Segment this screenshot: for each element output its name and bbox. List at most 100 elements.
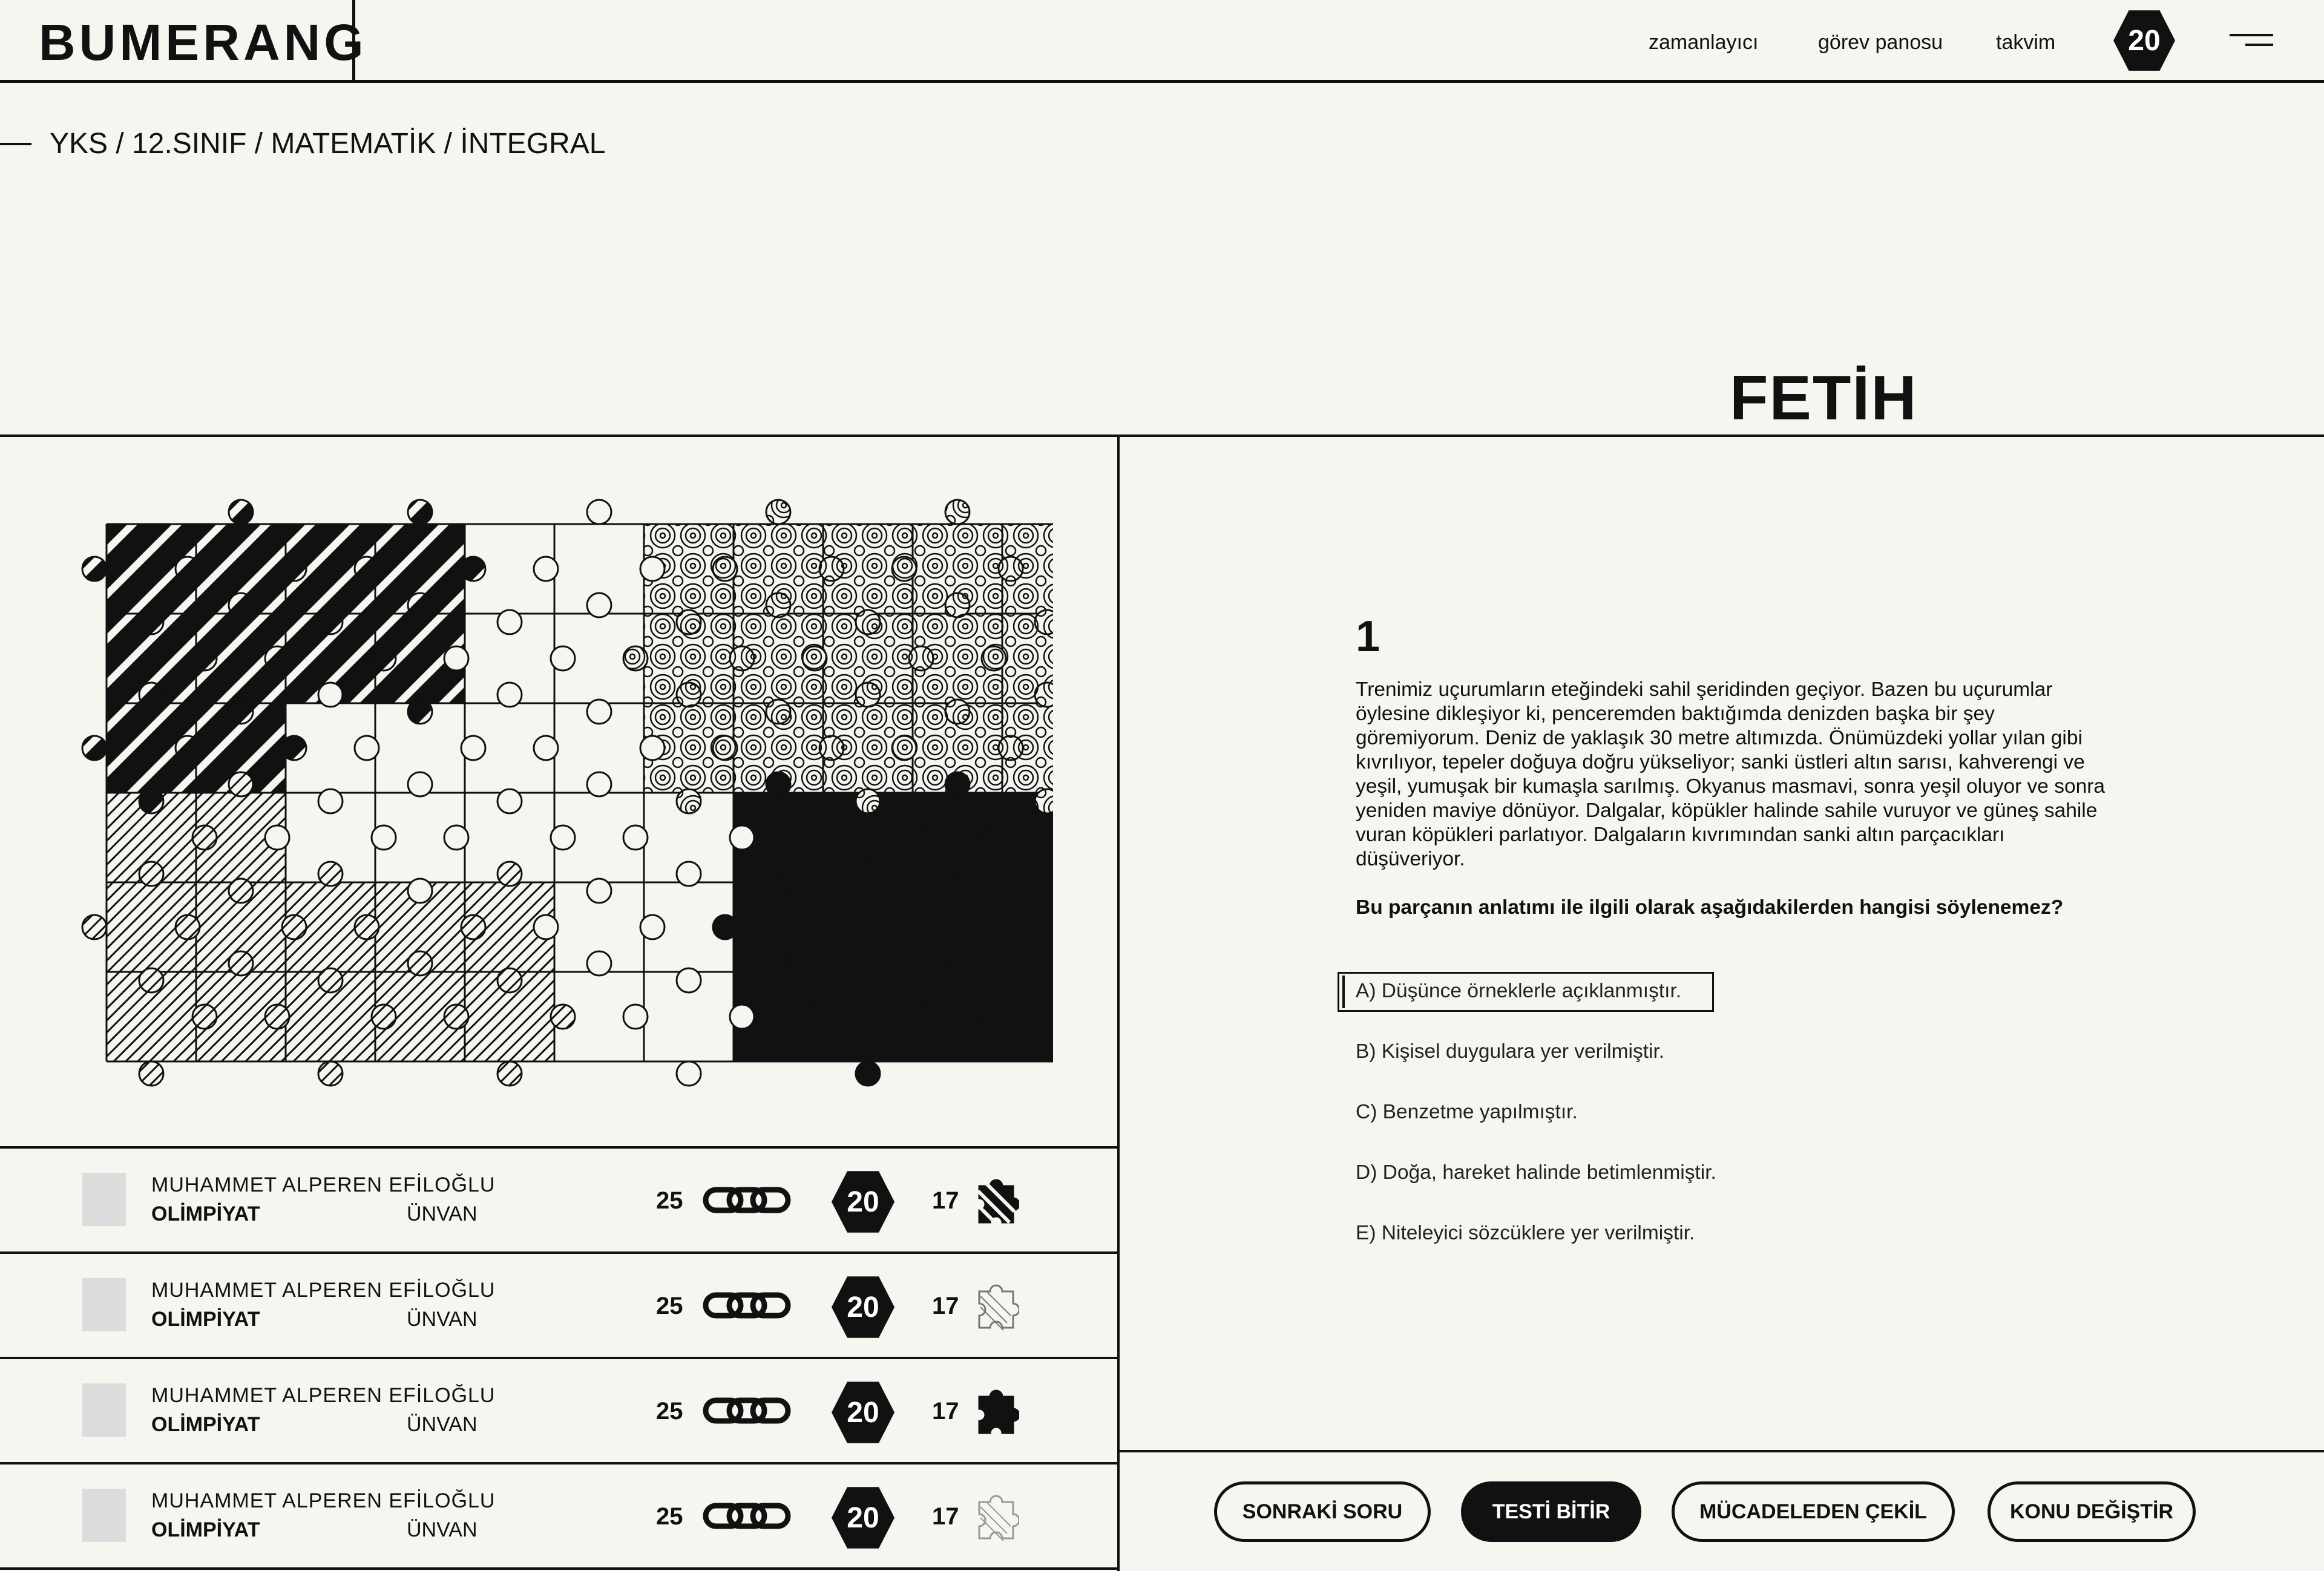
puzzle-knob [460,735,487,761]
puzzle-knob [174,735,201,761]
puzzle-knob [370,824,397,851]
avatar[interactable] [82,1278,126,1331]
breadcrumb[interactable]: YKS / 12.SINIF / MATEMATİK / İNTEGRAL [50,127,605,161]
option-a[interactable]: A) Düşünce örneklerle açıklanmıştır. [1356,979,1681,1003]
player-score: 25 [656,1187,683,1214]
avatar[interactable] [82,1383,126,1437]
puzzle-knob [675,788,702,815]
puzzle-knob [586,499,612,525]
puzzle-knob [81,914,108,940]
puzzle-knob [639,556,666,582]
chain-icon [702,1397,792,1425]
puzzle-knob [729,645,755,672]
header-divider [352,0,355,81]
puzzle-knob [855,609,881,635]
puzzle-board[interactable] [73,490,1053,1095]
puzzle-knob [944,950,971,977]
puzzle-knob [891,735,917,761]
puzzle-knob [317,1060,344,1087]
puzzle-knob [622,645,649,672]
puzzle-knob [174,914,201,940]
user-level-badge[interactable]: 20 [2113,10,2175,71]
app-logo[interactable]: BUMERANG [39,12,367,73]
puzzle-knob [980,824,1007,851]
puzzle-knob [138,788,165,815]
puzzle-knob [855,788,881,815]
puzzle-knob [1034,788,1053,815]
player-level-badge: 20 [832,1487,894,1549]
player-level-badge: 20 [832,1382,894,1443]
puzzle-knob [496,967,523,994]
chain-icon [702,1502,792,1530]
puzzle-knob [228,950,254,977]
puzzle-knob [586,950,612,977]
chain-icon [702,1291,792,1319]
puzzle-knob [891,914,917,940]
puzzle-knob [765,771,792,798]
finish-test-button[interactable]: TESTİ BİTİR [1461,1481,1641,1542]
puzzle-knob [908,1003,934,1030]
puzzle-knob [407,698,433,725]
nav-calendar-link[interactable]: takvim [1996,29,2055,56]
title-divider [0,435,2324,437]
change-topic-button[interactable]: KONU DEĞİŞTİR [1988,1481,2196,1542]
puzzle-knob [533,556,559,582]
puzzle-knob [228,499,254,525]
player-name: MUHAMMET ALPEREN EFİLOĞLU [151,1489,496,1512]
nav-timer-link[interactable]: zamanlayıcı [1649,29,1758,56]
puzzle-knob [496,1060,523,1087]
avatar[interactable] [82,1173,126,1226]
puzzle-knob [407,592,433,618]
leaderboard-row[interactable]: MUHAMMET ALPEREN EFİLOĞLU OLİMPİYAT ÜNVAN 2… [0,1149,1118,1251]
puzzle-knob [908,824,934,851]
avatar[interactable] [82,1489,126,1542]
puzzle-knob [550,645,576,672]
puzzle-knob [765,698,792,725]
puzzle-knob [138,861,165,887]
puzzle-knob [264,824,290,851]
question-number: 1 [1356,612,1380,661]
puzzle-knob [712,556,738,582]
option-d[interactable]: D) Doğa, hareket halinde betimlenmiştir. [1356,1161,1716,1185]
puzzle-knob [443,824,470,851]
option-a-selected-marker [1342,976,1345,1008]
option-b[interactable]: B) Kişisel duygulara yer verilmiştir. [1356,1040,1664,1064]
puzzle-knob [353,914,380,940]
option-e[interactable]: E) Niteleyici sözcüklere yer verilmiştir… [1356,1221,1695,1245]
nav-task-board-link[interactable]: görev panosu [1818,29,1943,56]
leaderboard-row[interactable]: MUHAMMET ALPEREN EFİLOĞLU OLİMPİYAT ÜNVAN 2… [0,1359,1118,1462]
puzzle-knob [944,698,971,725]
puzzle-knob [317,609,344,635]
puzzle-knob [317,967,344,994]
player-title: ÜNVAN [407,1308,478,1331]
puzzle-knob [370,1003,397,1030]
puzzle-knob [228,771,254,798]
question-prompt: Bu parçanın anlatımı ile ilgili olarak a… [1356,896,2064,919]
puzzle-knob [639,735,666,761]
withdraw-button[interactable]: MÜCADELEDEN ÇEKİL [1672,1481,1955,1542]
puzzle-knob [675,861,702,887]
player-level: OLİMPİYAT [151,1413,260,1436]
next-question-button[interactable]: SONRAKİ SORU [1214,1481,1431,1542]
puzzle-knob [712,914,738,940]
puzzle-knob [317,681,344,708]
puzzle-knob [908,645,934,672]
puzzle-knob [944,592,971,618]
player-level: OLİMPİYAT [151,1308,260,1331]
leaderboard-row[interactable]: MUHAMMET ALPEREN EFİLOĞLU OLİMPİYAT ÜNVAN 2… [0,1254,1118,1357]
hamburger-icon[interactable] [2230,34,2273,52]
puzzle-knob [855,681,881,708]
puzzle-knob [443,645,470,672]
player-piece-count: 17 [932,1187,959,1214]
puzzle-knob [460,556,487,582]
leaderboard-row[interactable]: MUHAMMET ALPEREN EFİLOĞLU OLİMPİYAT ÜNVAN 2… [0,1464,1118,1567]
player-score: 25 [656,1398,683,1425]
puzzle-knob [675,609,702,635]
puzzle-knob [353,556,380,582]
puzzle-piece-icon [973,1489,1020,1552]
puzzle-knob [191,1003,218,1030]
puzzle-knob [801,1003,828,1030]
puzzle-knob [891,556,917,582]
option-c[interactable]: C) Benzetme yapılmıştır. [1356,1100,1578,1124]
puzzle-knob [729,824,755,851]
